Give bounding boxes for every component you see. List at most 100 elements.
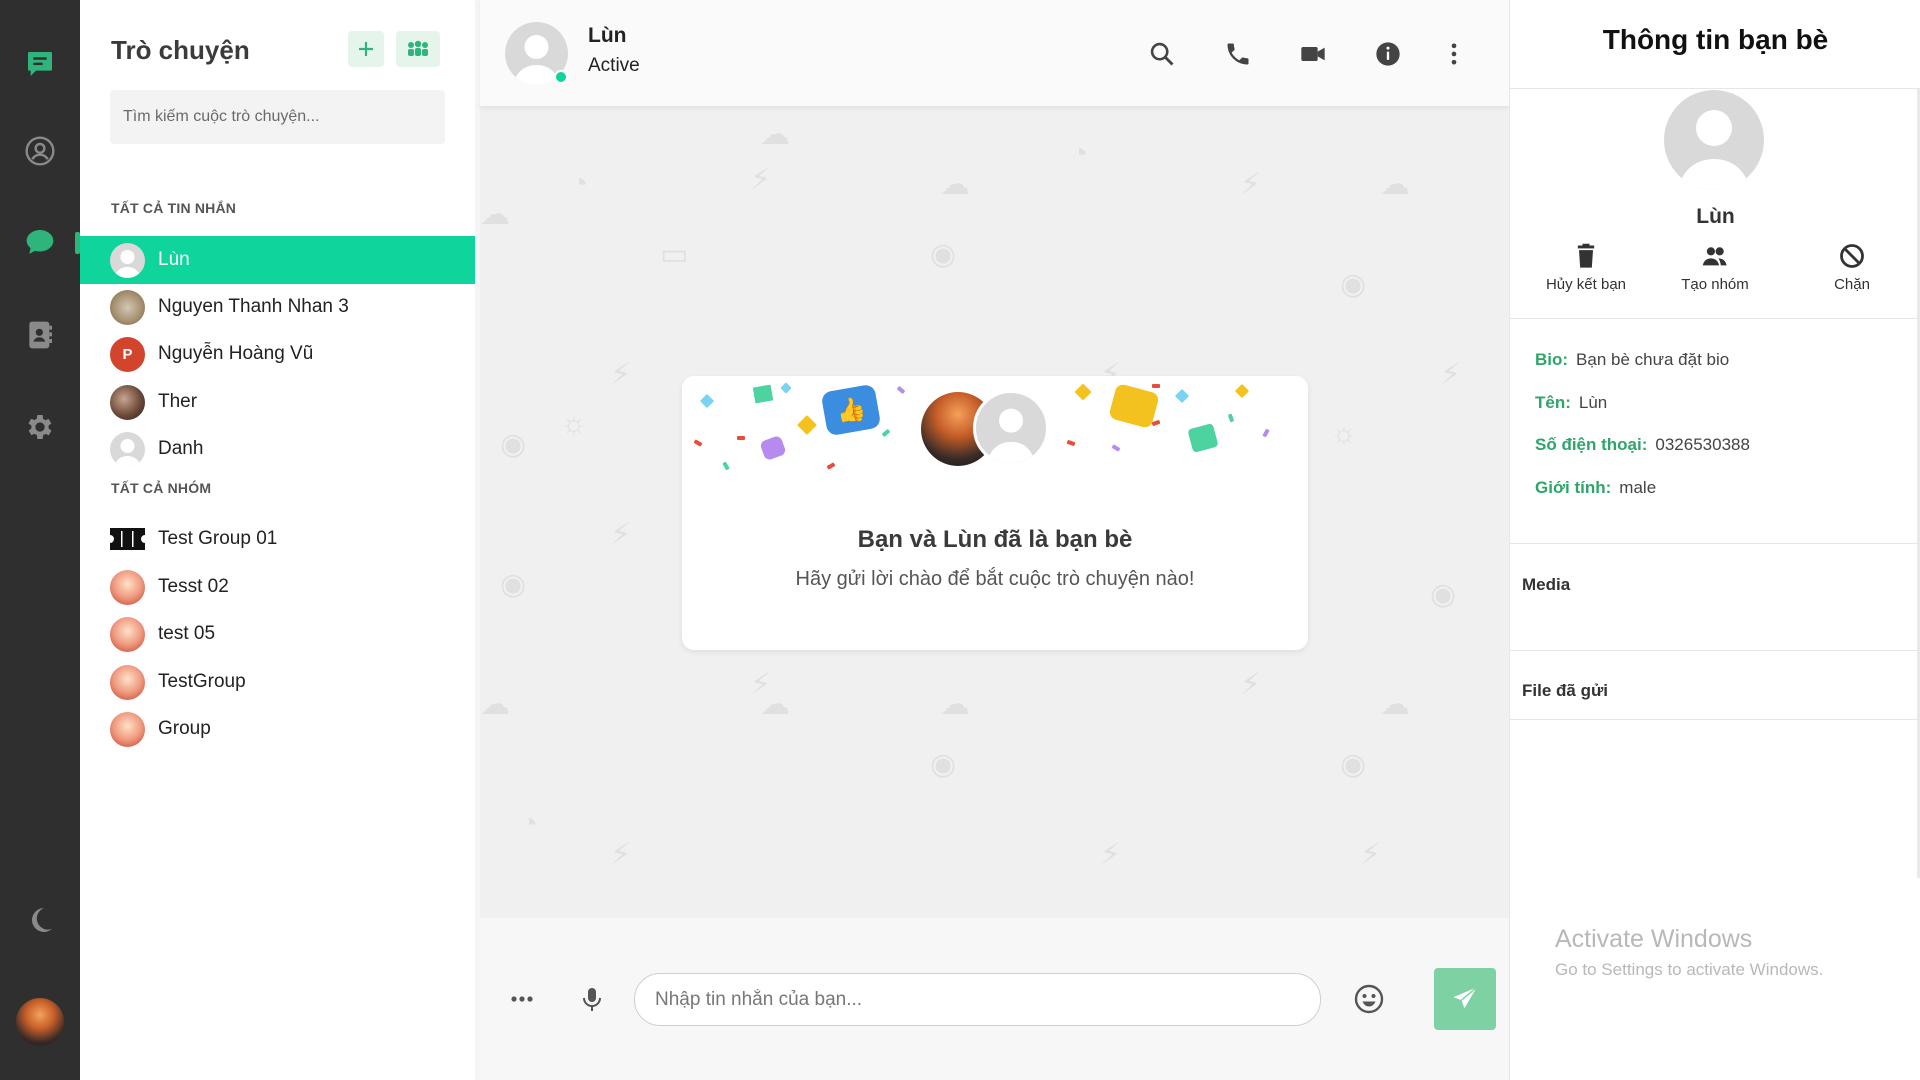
confetti — [699, 393, 715, 409]
avatar — [110, 289, 145, 325]
avatar — [110, 664, 145, 700]
nav-rail — [0, 0, 80, 1080]
settings-icon[interactable] — [22, 409, 58, 445]
contacts-icon[interactable] — [22, 317, 58, 353]
friend-welcome-card: 👍 Bạn và Lùn đã là bạn bè Hãy gửi lời ch… — [682, 376, 1308, 650]
confetti — [737, 436, 745, 440]
name-row: Tên: Lùn — [1535, 393, 1607, 413]
conversation-name: Nguyen Thanh Nhan 3 — [158, 296, 349, 317]
powerpoint-icon: P — [110, 336, 145, 372]
confetti — [1066, 439, 1076, 447]
more-horizontal-icon[interactable] — [505, 982, 539, 1016]
confetti — [752, 384, 774, 404]
video-call-icon[interactable] — [1297, 38, 1329, 70]
block-button[interactable]: Chặn — [1792, 242, 1912, 294]
phone-label: Số điện thoại: — [1535, 435, 1648, 454]
confetti — [1174, 388, 1190, 404]
message-input[interactable] — [634, 973, 1321, 1026]
friend-avatar — [1664, 90, 1764, 190]
divider — [1510, 719, 1920, 720]
divider — [1510, 543, 1920, 544]
search-input[interactable] — [110, 90, 445, 144]
avatar — [110, 569, 145, 605]
new-chat-button[interactable] — [348, 31, 384, 67]
search-icon[interactable] — [1146, 38, 1178, 70]
unfriend-label: Hủy kết bạn — [1545, 276, 1627, 293]
avatar — [110, 384, 145, 420]
profile-icon[interactable] — [22, 133, 58, 169]
new-group-button[interactable] — [396, 31, 440, 67]
confetti — [759, 434, 787, 462]
star-icon — [1074, 383, 1092, 401]
conversation-item[interactable]: Danh — [80, 425, 475, 473]
group-name: Group — [158, 718, 211, 739]
bio-label: Bio: — [1535, 350, 1569, 369]
divider — [1510, 650, 1920, 651]
more-options-icon[interactable] — [1438, 38, 1470, 70]
name-label: Tên: — [1535, 393, 1571, 412]
avatar — [110, 242, 145, 278]
card-title: Bạn và Lùn đã là bạn bè — [857, 526, 1133, 553]
conversation-item[interactable]: Lùn — [80, 236, 475, 284]
group-item[interactable]: TestGroup — [80, 658, 475, 706]
confetti — [722, 461, 730, 471]
chats-icon[interactable] — [22, 224, 58, 260]
phone-icon[interactable] — [1222, 38, 1254, 70]
conversation-item[interactable]: P Nguyễn Hoàng Vũ — [80, 330, 475, 378]
star-icon — [1234, 383, 1250, 399]
friend-avatar — [973, 390, 1049, 466]
star-icon — [797, 415, 817, 435]
send-button[interactable] — [1434, 968, 1496, 1030]
confetti — [1152, 384, 1160, 388]
group-name: Test Group 01 — [158, 528, 278, 549]
confetti — [1227, 413, 1235, 423]
bio-row: Bio: Bạn bè chưa đặt bio — [1535, 350, 1729, 370]
block-label: Chặn — [1834, 276, 1870, 293]
microphone-icon[interactable] — [575, 982, 609, 1016]
contact-name: Lùn — [588, 24, 627, 47]
bio-value: Bạn bè chưa đặt bio — [1576, 350, 1730, 369]
confetti — [780, 382, 792, 394]
friend-name: Lùn — [1696, 205, 1735, 228]
conversation-panel: Trò chuyện TẤT CẢ TIN NHẮN Lùn Nguyen Th… — [80, 0, 475, 1080]
friend-info-panel: Thông tin bạn bè Lùn Hủy kết bạn Tạo nhó… — [1509, 0, 1920, 1080]
conversation-name: Ther — [158, 391, 198, 412]
info-icon[interactable] — [1372, 38, 1404, 70]
info-title: Thông tin bạn bè — [1602, 24, 1829, 55]
create-group-button[interactable]: Tạo nhóm — [1655, 242, 1775, 294]
files-section[interactable]: File đã gửi — [1522, 681, 1608, 701]
gender-label: Giới tính: — [1535, 478, 1612, 497]
unfriend-button[interactable]: Hủy kết bạn — [1526, 242, 1646, 294]
group-item[interactable]: test 05 — [80, 610, 475, 658]
divider — [1510, 318, 1920, 319]
conversation-item[interactable]: Ther — [80, 378, 475, 426]
confetti — [1262, 428, 1270, 438]
emoji-icon[interactable] — [1352, 982, 1386, 1016]
group-name: TestGroup — [158, 671, 246, 692]
media-section[interactable]: Media — [1522, 575, 1570, 595]
avatar — [110, 616, 145, 652]
activation-watermark-title: Activate Windows — [1555, 925, 1753, 953]
dark-mode-icon[interactable] — [22, 902, 58, 938]
group-item[interactable]: Tesst 02 — [80, 563, 475, 611]
conversation-name: Lùn — [158, 249, 190, 270]
activation-watermark-subtitle: Go to Settings to activate Windows. — [1555, 960, 1824, 979]
gender-row: Giới tính: male — [1535, 478, 1656, 498]
avatar — [110, 431, 145, 467]
chat-area: ☁☁◔ ⚡☁◔ ⚡☁▭ ◉◉⚡ ⚡◉☼ ☼⚡⚡ ◉◉⚡ ☁☁☁ ⚡⚡☁ ◉◉⚡ … — [480, 0, 1509, 1080]
phone-row: Số điện thoại: 0326530388 — [1535, 435, 1750, 455]
messages-icon[interactable] — [22, 46, 58, 82]
contact-status: Active — [588, 55, 640, 76]
check-bubble-icon — [1187, 423, 1219, 453]
user-avatar[interactable] — [16, 998, 64, 1046]
gender-value: male — [1619, 478, 1657, 497]
group-item[interactable]: Test Group 01 — [80, 515, 475, 563]
confetti — [693, 439, 703, 447]
group-item[interactable]: Group — [80, 705, 475, 753]
conversation-item[interactable]: Nguyen Thanh Nhan 3 — [80, 283, 475, 331]
confetti — [1151, 419, 1161, 427]
avatar — [110, 711, 145, 747]
panel-title: Trò chuyện — [111, 35, 250, 65]
card-subtitle: Hãy gửi lời chào để bắt cuộc trò chuyện … — [795, 568, 1195, 590]
name-value: Lùn — [1578, 393, 1608, 412]
